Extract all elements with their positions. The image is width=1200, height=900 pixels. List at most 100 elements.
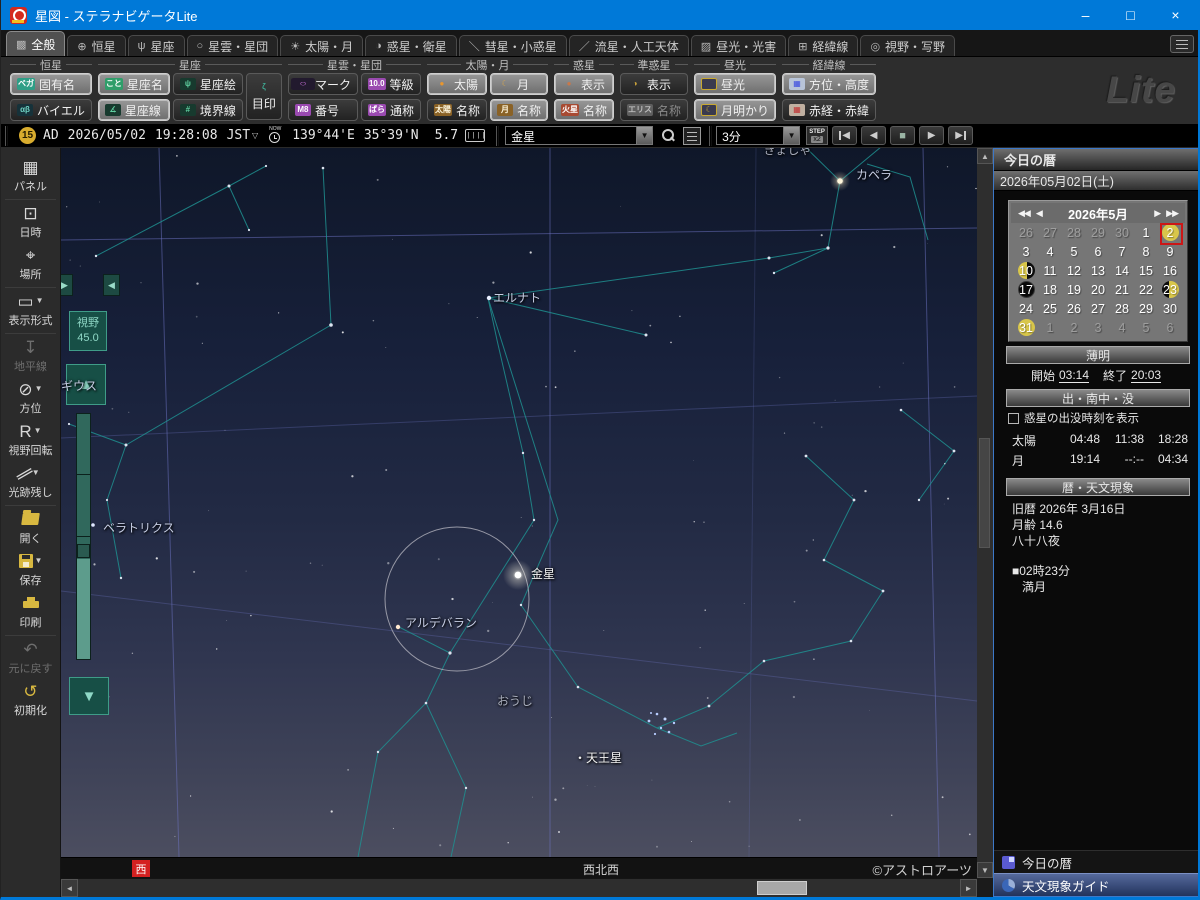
sidebar-item-視野回転[interactable]: R ▼ 視野回転 xyxy=(1,421,60,458)
calendar-day-5[interactable]: 5 xyxy=(1062,242,1086,261)
calendar-day-22[interactable]: 22 xyxy=(1134,280,1158,299)
tab-視野・写野[interactable]: ◎ 視野・写野 xyxy=(860,35,956,56)
pan-down-button[interactable]: ▼ xyxy=(69,677,109,715)
calendar-day-13[interactable]: 13 xyxy=(1086,261,1110,280)
play-button[interactable]: ▶ xyxy=(919,126,945,145)
tab-昼光・光害[interactable]: ▨ 昼光・光害 xyxy=(690,35,787,56)
calendar-day-18[interactable]: 18 xyxy=(1038,280,1062,299)
ribbon-button-名称[interactable]: エリス 名称 xyxy=(620,99,689,121)
ribbon-button-表示[interactable]: ◑ 表示 xyxy=(620,73,689,95)
magnitude-value[interactable]: 5.7 xyxy=(435,128,458,143)
calendar-day-2[interactable]: 2 xyxy=(1158,223,1183,245)
calendar-day-28-adjacent[interactable]: 28 xyxy=(1062,223,1086,242)
combo-dropdown-icon[interactable]: ▼ xyxy=(783,127,800,144)
minimize-button[interactable]: – xyxy=(1063,0,1108,30)
set-now-clock-icon[interactable]: NOW xyxy=(266,126,284,145)
sidebar-item-開く[interactable]: 開く xyxy=(1,509,60,546)
stop-button[interactable]: ■ xyxy=(890,126,916,145)
horizontal-scrollbar[interactable]: ◄ ► xyxy=(61,878,977,897)
ribbon-button-星座絵[interactable]: ψ 星座絵 xyxy=(172,73,243,95)
tab-惑星・衛星[interactable]: ◑ 惑星・衛星 xyxy=(365,35,457,56)
calendar-day-4-adjacent[interactable]: 4 xyxy=(1110,318,1134,337)
sidebar-item-初期化[interactable]: ↺ 初期化 xyxy=(1,681,60,718)
ribbon-button-月[interactable]: ☾ 月 xyxy=(489,73,548,95)
calendar-day-6[interactable]: 6 xyxy=(1086,242,1110,261)
zoom-slider[interactable] xyxy=(76,413,91,660)
ribbon-button-番号[interactable]: M8 番号 xyxy=(287,99,358,121)
calendar-day-16[interactable]: 16 xyxy=(1158,261,1182,280)
calendar-day-21[interactable]: 21 xyxy=(1110,280,1134,299)
calendar-day-27[interactable]: 27 xyxy=(1086,299,1110,318)
calendar-day-17[interactable]: 17 xyxy=(1014,280,1038,299)
scroll-left-icon[interactable]: ◄ xyxy=(61,879,78,897)
calendar-day-11[interactable]: 11 xyxy=(1038,261,1062,280)
scroll-right-icon[interactable]: ► xyxy=(960,879,977,897)
calendar-day-8[interactable]: 8 xyxy=(1134,242,1158,261)
next-year-icon[interactable]: ▶▶ xyxy=(1163,208,1181,219)
calendar-day-4[interactable]: 4 xyxy=(1038,242,1062,261)
combo-dropdown-icon[interactable]: ▼ xyxy=(636,127,653,144)
ribbon-button-星座名[interactable]: こと 星座名 xyxy=(97,73,170,95)
calendar-day-6-adjacent[interactable]: 6 xyxy=(1158,318,1182,337)
calendar-day-1-adjacent[interactable]: 1 xyxy=(1038,318,1062,337)
latitude-value[interactable]: 35°39'N xyxy=(364,128,419,143)
twilight-start-time[interactable]: 03:14 xyxy=(1058,368,1089,383)
longitude-value[interactable]: 139°44'E xyxy=(292,128,355,143)
timezone-dropdown-icon[interactable]: ▽ xyxy=(252,131,258,140)
ribbon-button-マーク[interactable]: ○ マーク xyxy=(287,73,358,95)
calendar-day-30-adjacent[interactable]: 30 xyxy=(1110,223,1134,242)
ribbon-button-境界線[interactable]: # 境界線 xyxy=(172,99,243,121)
calendar-day-10[interactable]: 10 xyxy=(1014,261,1038,280)
ribbon-button-月明かり[interactable]: ☾ 月明かり xyxy=(694,99,777,121)
calendar-day-3[interactable]: 3 xyxy=(1014,242,1038,261)
tab-太陽・月[interactable]: ☀ 太陽・月 xyxy=(280,35,364,56)
ribbon-button-方位・高度[interactable]: ▦ 方位・高度 xyxy=(782,73,877,95)
ribbon-button-目印[interactable]: ζ 目印 xyxy=(245,73,282,120)
step-x2-button[interactable]: STEP x2 xyxy=(806,126,829,145)
calendar-day-14[interactable]: 14 xyxy=(1110,261,1134,280)
calendar-day-30[interactable]: 30 xyxy=(1158,299,1182,318)
close-button[interactable]: × xyxy=(1153,0,1198,30)
tab-経緯線[interactable]: ⊞ 経緯線 xyxy=(788,35,859,56)
sidebar-item-日時[interactable]: ⊡ 日時 xyxy=(1,203,60,240)
ribbon-button-等級[interactable]: 10.0 等級 xyxy=(360,73,421,95)
zoom-slider-handle[interactable] xyxy=(77,544,90,558)
scroll-down-icon[interactable]: ▼ xyxy=(977,862,993,878)
search-icon[interactable] xyxy=(659,127,677,145)
twilight-end-time[interactable]: 20:03 xyxy=(1131,368,1162,383)
ribbon-button-名称[interactable]: 火星 名称 xyxy=(554,99,615,121)
calendar-day-1[interactable]: 1 xyxy=(1134,223,1158,242)
vscroll-thumb[interactable] xyxy=(979,438,990,548)
time-step-combobox[interactable]: 3分 ▼ xyxy=(716,126,801,145)
date-value[interactable]: 2026/05/02 xyxy=(68,128,146,143)
sidebar-item-元に戻す[interactable]: ↶ 元に戻す xyxy=(1,639,60,676)
ribbon-button-表示[interactable]: ● 表示 xyxy=(554,73,615,95)
sidebar-item-方位[interactable]: ⊘ ▼ 方位 xyxy=(1,379,60,416)
next-month-icon[interactable]: ▶ xyxy=(1151,208,1163,219)
ribbon-button-名称[interactable]: 月名称 xyxy=(489,99,548,121)
sidebar-item-場所[interactable]: ⌖ 場所 xyxy=(1,245,60,282)
calendar-day-27-adjacent[interactable]: 27 xyxy=(1038,223,1062,242)
ribbon-button-通称[interactable]: ばら 通称 xyxy=(360,99,421,121)
star-chart[interactable]: ぎょしゃカペラエルナトベテルギウスベラトリクスアルデバラン金星おうじ・天王星 視… xyxy=(61,148,977,857)
calendar-day-26[interactable]: 26 xyxy=(1062,299,1086,318)
sidebar-item-保存[interactable]: ▼ 保存 xyxy=(1,551,60,588)
calendar-day-29[interactable]: 29 xyxy=(1134,299,1158,318)
panel-tab-今日の暦[interactable]: 今日の暦 xyxy=(994,850,1198,873)
limit-magnitude-badge[interactable]: 15 xyxy=(19,127,36,144)
tab-overflow-menu-button[interactable] xyxy=(1170,35,1194,53)
panel-tab-天文現象ガイド[interactable]: 天文現象ガイド xyxy=(994,873,1198,896)
sidebar-item-光跡残し[interactable]: ∥ ▼ 光跡残し xyxy=(1,463,60,500)
target-object-combobox[interactable]: 金星 ▼ xyxy=(505,126,654,145)
calendar-day-3-adjacent[interactable]: 3 xyxy=(1086,318,1110,337)
tab-星座[interactable]: ψ 星座 xyxy=(127,35,185,56)
calendar-day-19[interactable]: 19 xyxy=(1062,280,1086,299)
ribbon-button-固有名[interactable]: ベガ 固有名 xyxy=(10,73,92,95)
calendar-day-29-adjacent[interactable]: 29 xyxy=(1086,223,1110,242)
calendar-day-15[interactable]: 15 xyxy=(1134,261,1158,280)
tab-恒星[interactable]: ⊕ 恒星 xyxy=(67,35,126,56)
step-back-button[interactable]: ◀ xyxy=(861,126,887,145)
ribbon-button-昼光[interactable]: 昼光 xyxy=(694,73,777,95)
sidebar-item-パネル[interactable]: ▦ パネル xyxy=(1,157,60,194)
pan-up-button[interactable]: ▲ xyxy=(66,364,106,405)
